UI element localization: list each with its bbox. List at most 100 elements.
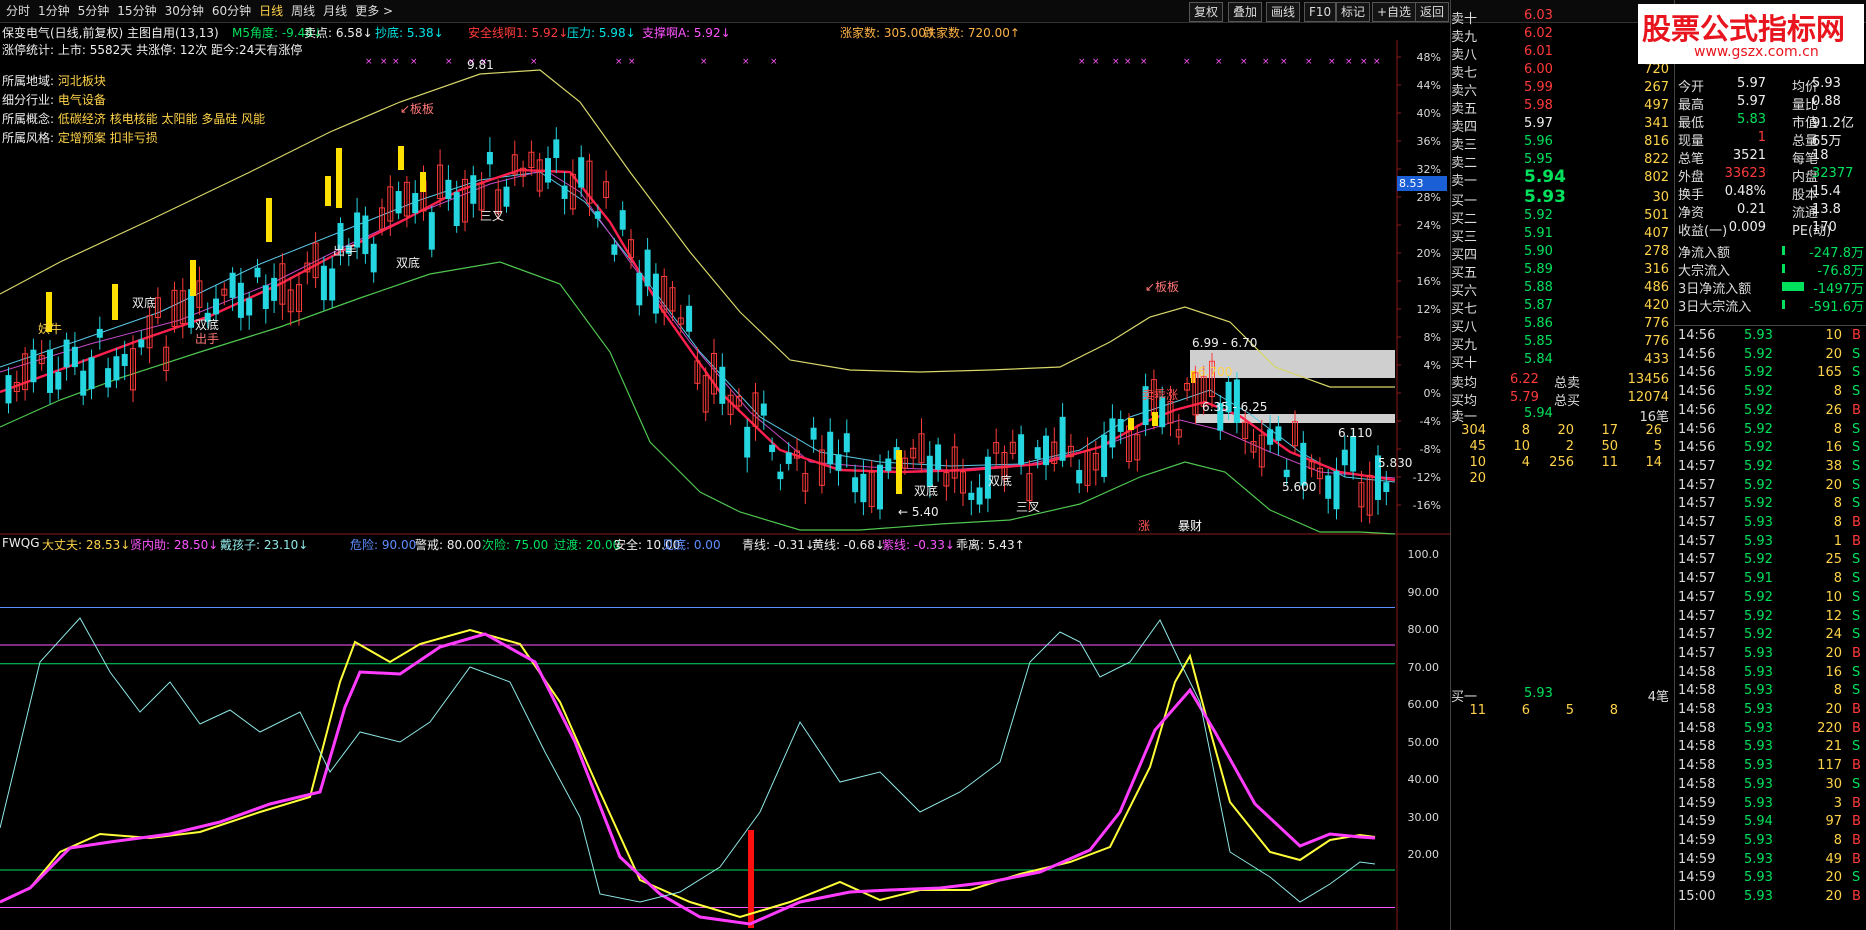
period-tab[interactable]: 30分钟 [161, 0, 208, 22]
book-volume: 497 [1644, 98, 1669, 113]
tick-price: 5.93 [1744, 776, 1773, 792]
tick-price: 5.92 [1744, 477, 1773, 493]
tick-price: 5.93 [1744, 702, 1773, 717]
candle-body [1383, 482, 1390, 493]
tick-side: S [1852, 440, 1861, 456]
sub-indicator: 危险: 90.00 [350, 538, 417, 552]
price-axis-label: -8% [1419, 443, 1441, 456]
stat-cell: 32377 [1812, 166, 1854, 181]
candle-body [611, 244, 618, 255]
flow-value: -76.8万 [1817, 264, 1864, 279]
candle-body [777, 471, 784, 480]
candle-body [1275, 426, 1282, 441]
tick-volume: 8 [1833, 384, 1842, 400]
period-tab[interactable]: 1分钟 [34, 0, 74, 22]
tool-button[interactable]: 返回 [1415, 2, 1450, 22]
tool-button[interactable]: +自选 [1372, 2, 1417, 22]
period-tab[interactable]: 月线 [319, 0, 351, 22]
stat-cell: 换手 [1678, 188, 1705, 203]
tick-side: S [1852, 346, 1861, 362]
book-summary: 6.22 [1510, 372, 1539, 387]
candle-body [362, 215, 369, 255]
price-axis-label: 44% [1416, 79, 1441, 92]
flow-bar [1782, 300, 1785, 309]
candle-body [1117, 418, 1124, 432]
book-price: 5.97 [1524, 116, 1553, 131]
tick-side: S [1852, 608, 1861, 624]
period-tab[interactable]: 更多 > [351, 0, 397, 22]
highlight-candle [266, 198, 272, 242]
stat-cell: 65万 [1812, 134, 1842, 149]
period-tab[interactable]: 60分钟 [208, 0, 255, 22]
tick-side: S [1852, 776, 1861, 792]
book-price: 6.00 [1524, 62, 1553, 77]
main-indicator: 保变电气(日线,前复权) 主图自用(13,13) [2, 26, 219, 40]
flow-bar [1782, 246, 1785, 255]
main-indicator: 涨家数: 305.00↑ [840, 26, 936, 40]
kline-chart[interactable]: × × × × × × × × × × × × × × × × × × × × × × × × × × × × [0, 22, 1450, 930]
candle-body [810, 427, 817, 440]
tick-side: B [1852, 832, 1861, 848]
candle-body [852, 477, 859, 493]
book-label: 买七 [1451, 302, 1478, 317]
chart-annotation: 三叉 [480, 209, 505, 223]
signal-mark: × [1262, 57, 1270, 67]
tick-volume: 8 [1833, 515, 1842, 530]
chart-annotation: 双底 [914, 484, 939, 498]
queue-volume: 304 [1461, 423, 1486, 438]
tool-button[interactable]: 标记 [1336, 2, 1371, 22]
candle-body [271, 277, 278, 301]
tick-time: 14:58 [1678, 664, 1716, 680]
tick-time: 14:59 [1678, 870, 1716, 886]
tick-side: B [1852, 758, 1861, 774]
stat-cell: 3521 [1732, 148, 1766, 163]
main-indicator: 安全线啊1: 5.92↓ [468, 26, 569, 40]
book-price: 5.88 [1524, 280, 1553, 295]
tick-time: 14:57 [1678, 515, 1716, 530]
period-tab[interactable]: 15分钟 [113, 0, 160, 22]
price-axis-label: 12% [1416, 303, 1441, 316]
sub-axis-label: 100.0 [1407, 548, 1440, 561]
highlight-candle [398, 146, 404, 170]
price-axis-label: 20% [1416, 247, 1441, 260]
tick-side: S [1852, 421, 1861, 437]
book-label: 卖六 [1451, 84, 1478, 99]
tick-volume: 20 [1825, 346, 1842, 362]
queue-head: 5.93 [1524, 686, 1553, 701]
tick-price: 5.91 [1744, 571, 1773, 587]
signal-mark: × [1183, 57, 1191, 67]
period-tab[interactable]: 分时 [2, 0, 34, 22]
highlight-candle [1152, 412, 1158, 426]
candle-body [1076, 470, 1083, 484]
info-line: 所属地域: 河北板块 [2, 72, 106, 89]
flow-bar [1782, 264, 1785, 273]
sub-indicator: 次险: 75.00 [482, 538, 549, 552]
tick-price: 5.93 [1744, 758, 1773, 774]
main-indicator: 支撑啊A: 5.92↓ [642, 26, 731, 40]
signal-mark: × [1240, 57, 1248, 67]
candle-body [860, 473, 867, 503]
tick-side: S [1852, 365, 1861, 381]
candle-body [237, 282, 244, 318]
book-price: 5.91 [1524, 226, 1553, 241]
flow-value: -247.8万 [1809, 246, 1864, 261]
tick-volume: 25 [1825, 552, 1842, 568]
tool-button[interactable]: 复权 [1189, 2, 1224, 22]
signal-mark: × [365, 57, 373, 67]
tick-volume: 8 [1833, 832, 1842, 848]
tool-button[interactable]: F10 [1304, 2, 1337, 22]
book-label: 卖八 [1451, 48, 1478, 63]
chart-annotation: 双底 [396, 256, 421, 270]
candle-body [1283, 469, 1290, 478]
period-tab[interactable]: 日线 [255, 0, 287, 22]
tool-button[interactable]: 叠加 [1228, 2, 1263, 22]
signal-mark: × [530, 57, 538, 67]
candle-body [619, 210, 626, 230]
book-label: 卖一 [1451, 174, 1478, 189]
tool-button[interactable]: 画线 [1266, 2, 1301, 22]
price-axis-label: 24% [1416, 219, 1441, 232]
tick-volume: 8 [1833, 683, 1842, 699]
period-tab[interactable]: 5分钟 [74, 0, 114, 22]
period-tab[interactable]: 周线 [287, 0, 319, 22]
candle-body [636, 272, 643, 306]
